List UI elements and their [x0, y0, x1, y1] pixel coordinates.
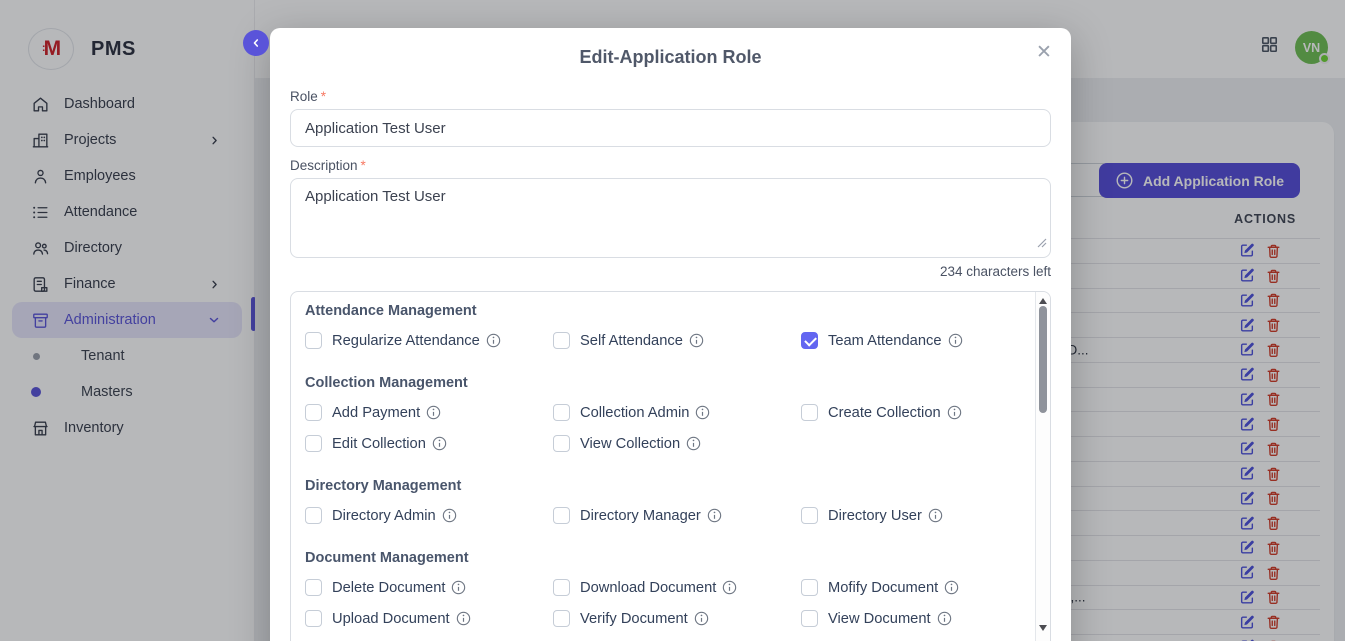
description-label: Description*	[290, 158, 1051, 173]
permission-label: Delete Document	[332, 580, 445, 596]
permission-item-self-attendance[interactable]: Self Attendance	[553, 332, 801, 349]
permission-item-edit-collection[interactable]: Edit Collection	[305, 435, 553, 452]
role-input[interactable]	[290, 109, 1051, 147]
info-icon[interactable]	[694, 611, 709, 626]
permission-item-regularize-attendance[interactable]: Regularize Attendance	[305, 332, 553, 349]
permission-item-team-attendance[interactable]: Team Attendance	[801, 332, 1049, 349]
permission-item-view-collection[interactable]: View Collection	[553, 435, 801, 452]
info-icon[interactable]	[948, 333, 963, 348]
sidebar-collapse-button[interactable]	[243, 30, 269, 56]
checkbox[interactable]	[305, 610, 322, 627]
info-icon[interactable]	[722, 580, 737, 595]
permission-group: Attendance Management Regularize Attendan…	[305, 303, 1016, 349]
permission-label: Mofify Document	[828, 580, 938, 596]
role-label: Role*	[290, 89, 1051, 104]
info-icon[interactable]	[456, 611, 471, 626]
scrollbar-thumb[interactable]	[1039, 306, 1047, 413]
permission-item-download-document[interactable]: Download Document	[553, 579, 801, 596]
permission-label: Edit Collection	[332, 436, 426, 452]
info-icon[interactable]	[442, 508, 457, 523]
permission-item-directory-admin[interactable]: Directory Admin	[305, 507, 553, 524]
permission-item-directory-user[interactable]: Directory User	[801, 507, 1049, 524]
permission-label: Collection Admin	[580, 405, 689, 421]
permission-label: Create Collection	[828, 405, 941, 421]
info-icon[interactable]	[695, 405, 710, 420]
checkbox[interactable]	[553, 579, 570, 596]
modal-title: Edit-Application Role	[290, 47, 1051, 68]
permission-grid: Add Payment Collection Admin Create Collec…	[305, 404, 1016, 452]
checkbox-checked[interactable]	[801, 332, 818, 349]
permission-label: Verify Document	[580, 611, 688, 627]
checkbox[interactable]	[553, 507, 570, 524]
permission-group-title: Collection Management	[305, 375, 1016, 391]
permission-label: Download Document	[580, 580, 716, 596]
info-icon[interactable]	[707, 508, 722, 523]
permission-label: Upload Document	[332, 611, 450, 627]
permission-label: Directory Manager	[580, 508, 701, 524]
permission-item-collection-admin[interactable]: Collection Admin	[553, 404, 801, 421]
info-icon[interactable]	[432, 436, 447, 451]
chevron-left-icon	[250, 37, 262, 49]
scroll-down-arrow-icon[interactable]	[1039, 625, 1047, 631]
permission-group-title: Attendance Management	[305, 303, 1016, 319]
checkbox[interactable]	[305, 435, 322, 452]
permission-grid: Directory Admin Directory Manager Director…	[305, 507, 1016, 524]
permission-label: Self Attendance	[580, 333, 683, 349]
checkbox[interactable]	[801, 404, 818, 421]
permission-grid: Delete Document Download Document Mofify D…	[305, 579, 1016, 627]
info-icon[interactable]	[426, 405, 441, 420]
required-asterisk: *	[361, 158, 366, 173]
permission-item-directory-manager[interactable]: Directory Manager	[553, 507, 801, 524]
permission-group: Collection Management Add Payment Collecti…	[305, 375, 1016, 452]
permission-item-create-collection[interactable]: Create Collection	[801, 404, 1049, 421]
edit-application-role-modal: Edit-Application Role ✕ Role* Descriptio…	[270, 28, 1071, 641]
permission-groups: Attendance Management Regularize Attendan…	[291, 292, 1050, 637]
info-icon[interactable]	[944, 580, 959, 595]
permissions-panel: Attendance Management Regularize Attendan…	[290, 291, 1051, 641]
checkbox[interactable]	[553, 435, 570, 452]
checkbox[interactable]	[801, 507, 818, 524]
checkbox[interactable]	[553, 332, 570, 349]
checkbox[interactable]	[801, 610, 818, 627]
required-asterisk: *	[321, 89, 326, 104]
permission-item-verify-document[interactable]: Verify Document	[553, 610, 801, 627]
checkbox[interactable]	[801, 579, 818, 596]
info-icon[interactable]	[937, 611, 952, 626]
scrollbar[interactable]	[1035, 292, 1050, 641]
permission-item-add-payment[interactable]: Add Payment	[305, 404, 553, 421]
permission-label: Team Attendance	[828, 333, 942, 349]
permission-label: Add Payment	[332, 405, 420, 421]
permission-label: Directory User	[828, 508, 922, 524]
info-icon[interactable]	[486, 333, 501, 348]
checkbox[interactable]	[305, 507, 322, 524]
permission-item-delete-document[interactable]: Delete Document	[305, 579, 553, 596]
checkbox[interactable]	[553, 404, 570, 421]
permission-item-mofify-document[interactable]: Mofify Document	[801, 579, 1049, 596]
checkbox[interactable]	[553, 610, 570, 627]
permission-label: View Collection	[580, 436, 680, 452]
permission-label: Directory Admin	[332, 508, 436, 524]
permission-group: Document Management Delete Document Downlo…	[305, 550, 1016, 627]
info-icon[interactable]	[947, 405, 962, 420]
permission-group: Directory ManagementDirectory AdminDirec…	[305, 478, 1016, 524]
permission-group-title: Directory Management	[305, 478, 1016, 494]
permission-label: View Document	[828, 611, 931, 627]
info-icon[interactable]	[928, 508, 943, 523]
permission-grid: Regularize Attendance Self Attendance Team…	[305, 332, 1016, 349]
info-icon[interactable]	[686, 436, 701, 451]
scroll-up-arrow-icon[interactable]	[1039, 298, 1047, 304]
permission-item-view-document[interactable]: View Document	[801, 610, 1049, 627]
permission-label: Regularize Attendance	[332, 333, 480, 349]
checkbox[interactable]	[305, 332, 322, 349]
info-icon[interactable]	[689, 333, 704, 348]
checkbox[interactable]	[305, 404, 322, 421]
info-icon[interactable]	[451, 580, 466, 595]
checkbox[interactable]	[305, 579, 322, 596]
screen: :M PMS DashboardProjectsEmployeesAttenda…	[0, 0, 1345, 641]
description-textarea[interactable]: Application Test User	[290, 178, 1051, 258]
characters-left: 234 characters left	[290, 264, 1051, 279]
permission-group-title: Document Management	[305, 550, 1016, 566]
permission-item-upload-document[interactable]: Upload Document	[305, 610, 553, 627]
close-icon[interactable]: ✕	[1031, 40, 1057, 66]
